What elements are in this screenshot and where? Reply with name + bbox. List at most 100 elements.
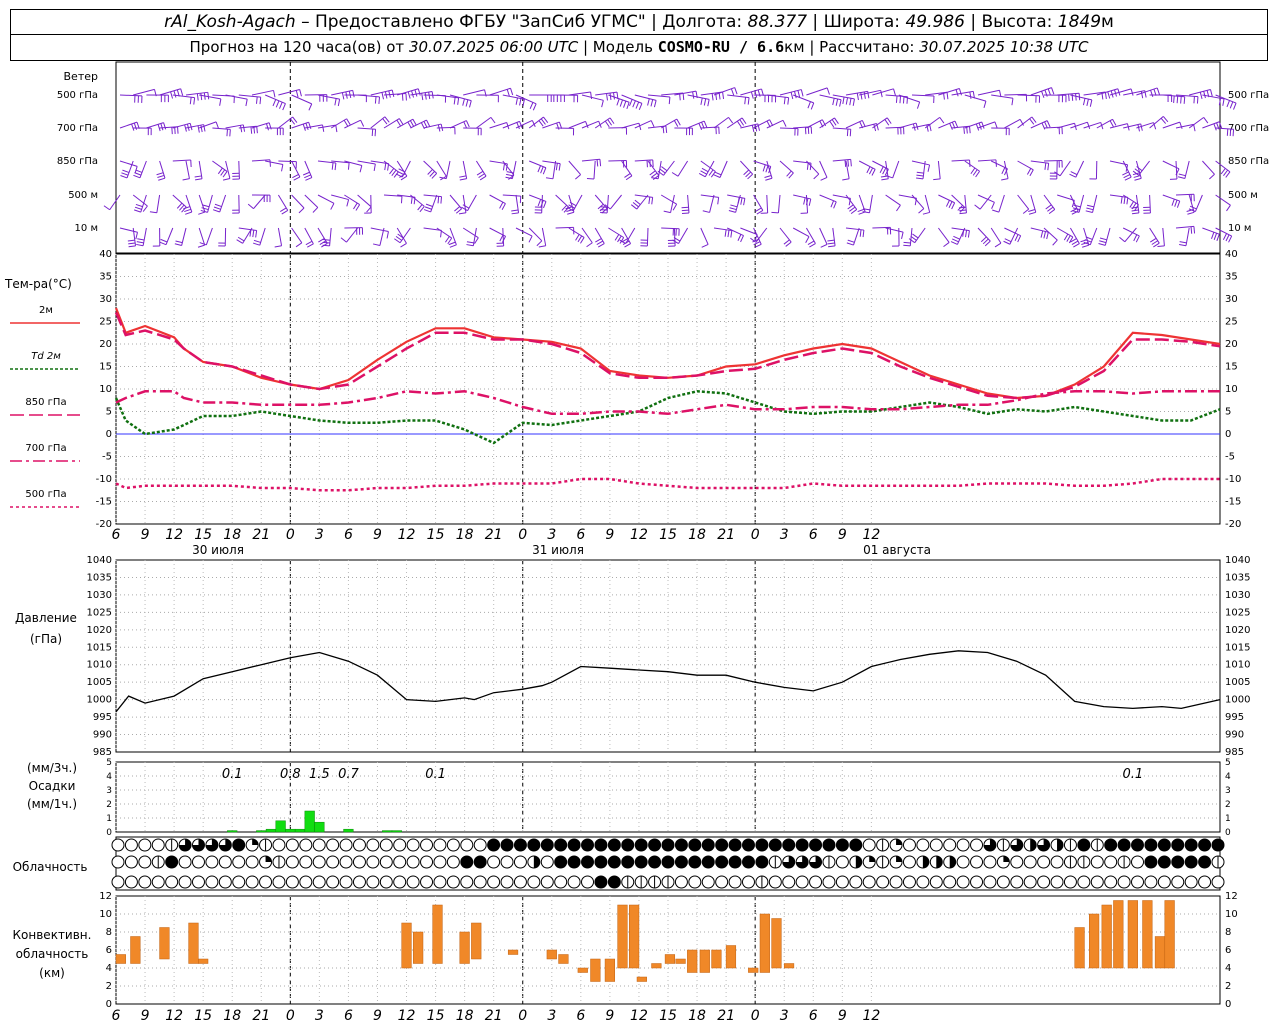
wind-barb — [977, 159, 997, 167]
cloud-symbol — [326, 838, 340, 852]
precip-ylabel-1: (мм/3ч.) — [27, 761, 77, 775]
temp-ylabel: Тем-ра(°С) — [4, 277, 72, 291]
wind-barb — [951, 194, 966, 213]
wind-barb — [793, 194, 812, 206]
wind-barb — [277, 194, 289, 215]
cloud-symbol — [755, 855, 769, 869]
conv-bars — [115, 900, 1175, 982]
tick-left: 985 — [93, 747, 112, 758]
cloud-symbol — [1171, 855, 1185, 869]
wind-barb — [1149, 227, 1160, 248]
wind-barb — [846, 227, 860, 246]
wind-barb — [1215, 127, 1235, 137]
tick-right: 1030 — [1225, 590, 1250, 601]
wind-barb — [370, 227, 389, 239]
cloud-symbol — [393, 875, 407, 889]
wind-barb — [265, 160, 284, 172]
wind-barb — [727, 94, 750, 105]
conv-bar — [675, 958, 686, 964]
cloud-symbol — [916, 838, 930, 852]
cloud-symbol — [1131, 855, 1145, 869]
cloud-symbol — [500, 875, 514, 889]
wind-barb — [448, 227, 457, 248]
conv-bar — [1113, 900, 1124, 969]
wind-barb — [291, 227, 303, 248]
time-tick: 9 — [605, 527, 614, 543]
cloud-symbol — [983, 855, 997, 869]
tick-left: 1020 — [87, 625, 112, 636]
time-tick: 12 — [630, 1008, 648, 1024]
tick-right: 15 — [1225, 362, 1238, 373]
wind-barbs — [103, 87, 1237, 248]
time-tick: 0 — [286, 1008, 295, 1024]
conv-bar — [783, 963, 795, 969]
tick-left: 995 — [93, 712, 112, 723]
wind-barb — [1175, 225, 1196, 234]
cloud-symbol — [285, 855, 299, 869]
cloud-symbol — [996, 875, 1010, 889]
wind-barb — [159, 88, 184, 99]
cloud-symbol — [755, 875, 769, 889]
tick-left: 12 — [99, 891, 112, 902]
cloud-symbol — [433, 838, 447, 852]
wind-barb — [174, 227, 187, 246]
time-tick: 15 — [194, 1008, 212, 1024]
cloud-symbol — [540, 838, 554, 852]
cloud-symbol — [567, 838, 581, 852]
wind-barb — [674, 90, 698, 99]
cloud-symbol — [849, 855, 863, 869]
tick-left: 1030 — [87, 590, 112, 601]
cloud-symbol — [1117, 838, 1131, 852]
cloud-symbol — [1037, 855, 1051, 869]
wind-barb — [937, 227, 950, 248]
wind-barb — [619, 227, 636, 244]
cloud-symbol — [299, 855, 313, 869]
time-tick: 9 — [838, 1008, 847, 1024]
tick-left: 1015 — [87, 642, 112, 653]
precip-bar — [314, 821, 325, 833]
cloud-symbol — [191, 875, 205, 889]
time-tick: 3 — [780, 527, 789, 543]
cloud-symbol — [218, 855, 232, 869]
tick-right: -10 — [1225, 474, 1241, 485]
date-label-1: 30 июля — [192, 543, 244, 557]
cloud-symbol — [1037, 875, 1051, 889]
wind-barb — [1069, 227, 1080, 248]
cloud-symbol — [151, 875, 165, 889]
wind-barb — [1004, 118, 1024, 129]
wind-barb — [423, 194, 438, 213]
wind-barb — [806, 160, 820, 180]
cloud-symbol — [165, 838, 179, 852]
wind-barb — [172, 159, 192, 168]
wind-barb — [1049, 160, 1058, 180]
wind-barb — [951, 159, 971, 168]
time-tick: 12 — [862, 527, 880, 543]
wind-barb — [1043, 227, 1058, 246]
wind-barb — [922, 194, 931, 215]
cloud-symbol — [312, 838, 326, 852]
wind-barb — [1028, 194, 1037, 215]
wind-barb — [475, 160, 487, 181]
cloud-symbol — [849, 875, 863, 889]
time-tick: 18 — [223, 527, 241, 543]
tick-left: 5 — [106, 758, 112, 768]
meteogram: Ветер 500 гПа 500 гПа 700 гПа 700 гПа 850 гП… — [4, 61, 1269, 1024]
cloud-symbol — [1157, 875, 1171, 889]
wind-barb — [766, 119, 787, 129]
cloud-symbol — [205, 875, 219, 889]
cloud-symbol — [621, 838, 635, 852]
cloud-symbol — [460, 838, 474, 852]
time-tick: 15 — [659, 527, 677, 543]
wind-level-right: 700 гПа — [1228, 123, 1269, 134]
wind-barb — [938, 194, 956, 210]
tick-left: 4 — [106, 963, 112, 974]
cloud-symbol — [554, 838, 568, 852]
precip-bars — [227, 810, 402, 833]
conv-bar — [1164, 900, 1175, 969]
precip-annotation: 0.1 — [1122, 767, 1143, 782]
time-tick: 9 — [141, 1008, 150, 1024]
wind-barb — [750, 227, 768, 243]
cloud-symbol — [1090, 838, 1104, 852]
cloud-symbol — [191, 855, 205, 869]
cloud-symbol — [996, 838, 1010, 852]
